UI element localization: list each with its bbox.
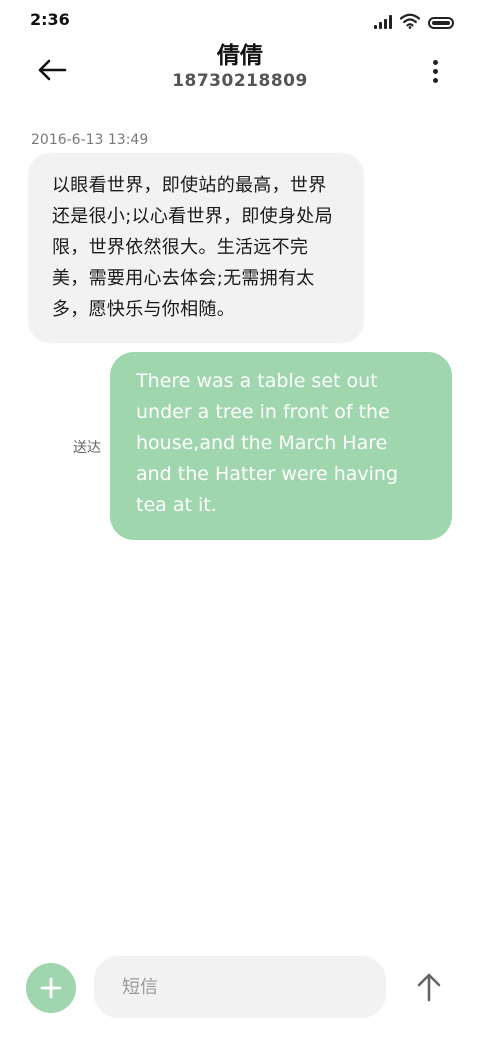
plus-icon [40, 977, 62, 999]
send-arrow-icon [417, 973, 441, 1002]
battery-icon [428, 17, 454, 29]
send-button[interactable] [410, 968, 448, 1006]
wifi-icon [400, 13, 420, 29]
outgoing-message-text: There was a table set out under a tree i… [136, 370, 399, 516]
back-button[interactable] [34, 52, 70, 88]
contact-title: 倩倩 18730218809 [80, 40, 400, 92]
message-timestamp: 2016-6-13 13:49 [31, 132, 149, 148]
back-arrow-icon [38, 59, 67, 81]
status-bar: 2:36 [0, 0, 480, 40]
contact-name: 倩倩 [217, 43, 263, 69]
sms-conversation-screen: 2:36 倩倩 18730218809 2016-6-13 13:49 以眼看世… [0, 0, 480, 1040]
add-attachment-button[interactable] [26, 963, 76, 1013]
more-options-button[interactable] [424, 54, 446, 88]
incoming-message-text: 以眼看世界，即使站的最高，世界还是很小;以心看世界，即使身处局限，世界依然很大。… [52, 175, 333, 320]
conversation-header: 倩倩 18730218809 [0, 40, 480, 104]
delivery-status: 送达 [73, 440, 101, 456]
incoming-message-bubble[interactable]: 以眼看世界，即使站的最高，世界还是很小;以心看世界，即使身处局限，世界依然很大。… [28, 153, 364, 343]
contact-number: 18730218809 [172, 71, 308, 91]
status-time: 2:36 [30, 10, 70, 29]
more-vertical-icon [432, 59, 438, 65]
outgoing-message-bubble[interactable]: There was a table set out under a tree i… [110, 352, 452, 540]
status-icons [374, 11, 454, 29]
signal-icon [374, 15, 392, 29]
message-input[interactable] [94, 956, 386, 1018]
